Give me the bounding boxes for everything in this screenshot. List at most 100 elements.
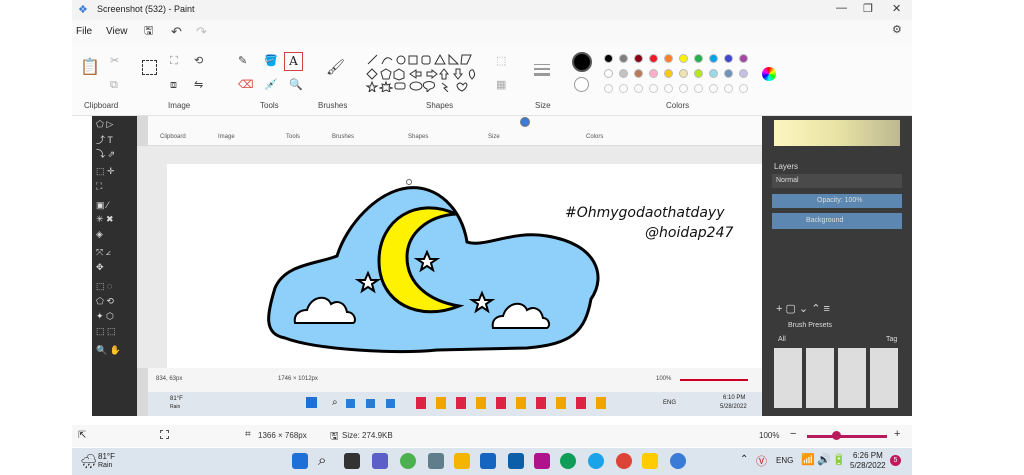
zoom-level: 100% (759, 431, 780, 440)
color-swatch[interactable] (619, 69, 628, 78)
app-icon-1[interactable] (400, 453, 416, 469)
resize-icon[interactable]: ⧈ (170, 80, 177, 91)
text-tool-icon[interactable]: A (284, 52, 303, 71)
file-explorer-icon[interactable] (454, 453, 470, 469)
color-swatch[interactable] (604, 54, 613, 63)
layer-background: Background (806, 217, 844, 224)
color-swatch[interactable] (694, 54, 703, 63)
start-icon[interactable] (292, 453, 308, 469)
color-swatch[interactable] (664, 54, 673, 63)
color-swatch[interactable] (664, 69, 673, 78)
inner-toolbox: ⬠ ▷ ⤴ T ⤵ ⇗ ⬚ ✛ ⛶ ▣ ⁄ ✳ ✖ ◈ ⤧ ∠ ✥ ⬚ ◌ ⬠ … (92, 116, 137, 416)
color-swatch[interactable] (739, 69, 748, 78)
mail-icon[interactable] (480, 453, 496, 469)
color-picker-icon[interactable]: 💉 (264, 80, 278, 91)
empty-color-swatch[interactable] (694, 84, 703, 93)
outline-icon[interactable]: ⬚ (496, 56, 506, 67)
color-swatch[interactable] (649, 54, 658, 63)
secondary-color[interactable] (574, 77, 589, 92)
layer-actions: + ▢ ⌄ ⌃ ≡ (776, 303, 830, 315)
size-icon-line-2 (534, 68, 550, 70)
shapes-gallery[interactable] (364, 52, 482, 92)
menu-file[interactable]: File (76, 26, 92, 37)
maximize-button[interactable]: ❐ (863, 2, 873, 15)
flip-icon[interactable]: ⇋ (194, 80, 203, 91)
empty-color-swatch[interactable] (619, 84, 628, 93)
color-swatch[interactable] (634, 69, 643, 78)
app-icon-2[interactable] (508, 453, 524, 469)
color-swatch[interactable] (679, 69, 688, 78)
clock-time[interactable]: 6:26 PM (853, 451, 883, 460)
rotate-icon[interactable]: ⟲ (194, 56, 203, 67)
zalo-icon[interactable] (588, 453, 604, 469)
empty-color-swatch[interactable] (679, 84, 688, 93)
task-view-icon[interactable] (344, 453, 360, 469)
minimize-button[interactable]: — (836, 2, 847, 14)
notification-badge[interactable]: 5 (890, 455, 901, 466)
battery-icon[interactable]: 🔋 (832, 453, 846, 466)
paint-taskbar-icon[interactable] (670, 453, 686, 469)
tray-lang[interactable]: ENG (776, 456, 793, 465)
empty-color-swatch[interactable] (664, 84, 673, 93)
wifi-icon[interactable]: 📶 (801, 453, 815, 466)
size-label: Size (535, 101, 551, 110)
pencil-icon[interactable]: ✎ (238, 56, 247, 67)
color-swatch[interactable] (709, 69, 718, 78)
color-swatch[interactable] (739, 54, 748, 63)
chat-icon[interactable] (372, 453, 388, 469)
color-swatch[interactable] (709, 54, 718, 63)
color-swatch[interactable] (619, 54, 628, 63)
cut-icon[interactable]: ✂ (110, 56, 119, 67)
zoom-out-button[interactable]: − (790, 428, 796, 440)
empty-color-swatch[interactable] (634, 84, 643, 93)
select-icon[interactable] (142, 60, 157, 75)
calculator-icon[interactable] (428, 453, 444, 469)
inner-similar-icon: ⬚ ⬚ (96, 326, 116, 336)
screenshot-canvas[interactable]: ⬠ ▷ ⤴ T ⤵ ⇗ ⬚ ✛ ⛶ ▣ ⁄ ✳ ✖ ◈ ⤧ ∠ ✥ ⬚ ◌ ⬠ … (92, 116, 912, 416)
empty-color-swatch[interactable] (739, 84, 748, 93)
weather-temp[interactable]: 81°F (98, 452, 115, 461)
settings-icon[interactable]: ⚙ (892, 25, 902, 36)
zoom-slider[interactable] (807, 435, 887, 438)
inner-crop-icon: ⛶ (96, 181, 103, 191)
empty-color-swatch[interactable] (724, 84, 733, 93)
paste-icon[interactable]: 📋 (80, 60, 100, 76)
close-button[interactable]: ✕ (892, 2, 901, 15)
chrome-icon[interactable] (616, 453, 632, 469)
edge-icon[interactable] (560, 453, 576, 469)
eraser-icon[interactable]: ⌫ (238, 80, 254, 91)
zoom-in-button[interactable]: + (894, 428, 900, 440)
color-swatch[interactable] (649, 69, 658, 78)
empty-color-swatch[interactable] (604, 84, 613, 93)
color-swatch[interactable] (604, 69, 613, 78)
color-swatch[interactable] (634, 54, 643, 63)
primary-color[interactable] (572, 52, 592, 72)
app-icon-3[interactable] (534, 453, 550, 469)
clock-date[interactable]: 5/28/2022 (850, 461, 886, 470)
tray-chevron-icon[interactable]: ⌃ (740, 454, 748, 465)
brush-icon[interactable]: 🖌 (326, 60, 345, 75)
fill-icon[interactable]: 🪣 (264, 56, 278, 67)
color-swatch[interactable] (679, 54, 688, 63)
copy-icon[interactable]: ⧉ (110, 80, 118, 91)
save-icon[interactable]: 🖫 (144, 26, 153, 37)
search-icon[interactable]: ⌕ (318, 452, 326, 469)
rotate-handle (406, 179, 412, 185)
layers-title: Layers (774, 162, 799, 171)
redo-icon[interactable]: ↷ (196, 25, 207, 38)
magnifier-icon[interactable]: 🔍 (289, 80, 303, 91)
fill-style-icon[interactable]: ▦ (496, 80, 506, 91)
menu-view[interactable]: View (106, 26, 128, 37)
empty-color-swatch[interactable] (709, 84, 718, 93)
app-icon-4[interactable] (642, 453, 658, 469)
undo-icon[interactable]: ↶ (171, 25, 182, 38)
edit-colors-icon[interactable] (762, 67, 776, 81)
color-swatch[interactable] (724, 54, 733, 63)
empty-color-swatch[interactable] (649, 84, 658, 93)
color-swatch[interactable] (724, 69, 733, 78)
volume-icon[interactable]: 🔊 (817, 453, 831, 466)
zoom-slider-thumb[interactable] (832, 431, 841, 440)
tray-app-icon[interactable]: Ⓥ (756, 453, 767, 469)
color-swatch[interactable] (694, 69, 703, 78)
crop-icon[interactable]: ⛶ (170, 56, 178, 67)
